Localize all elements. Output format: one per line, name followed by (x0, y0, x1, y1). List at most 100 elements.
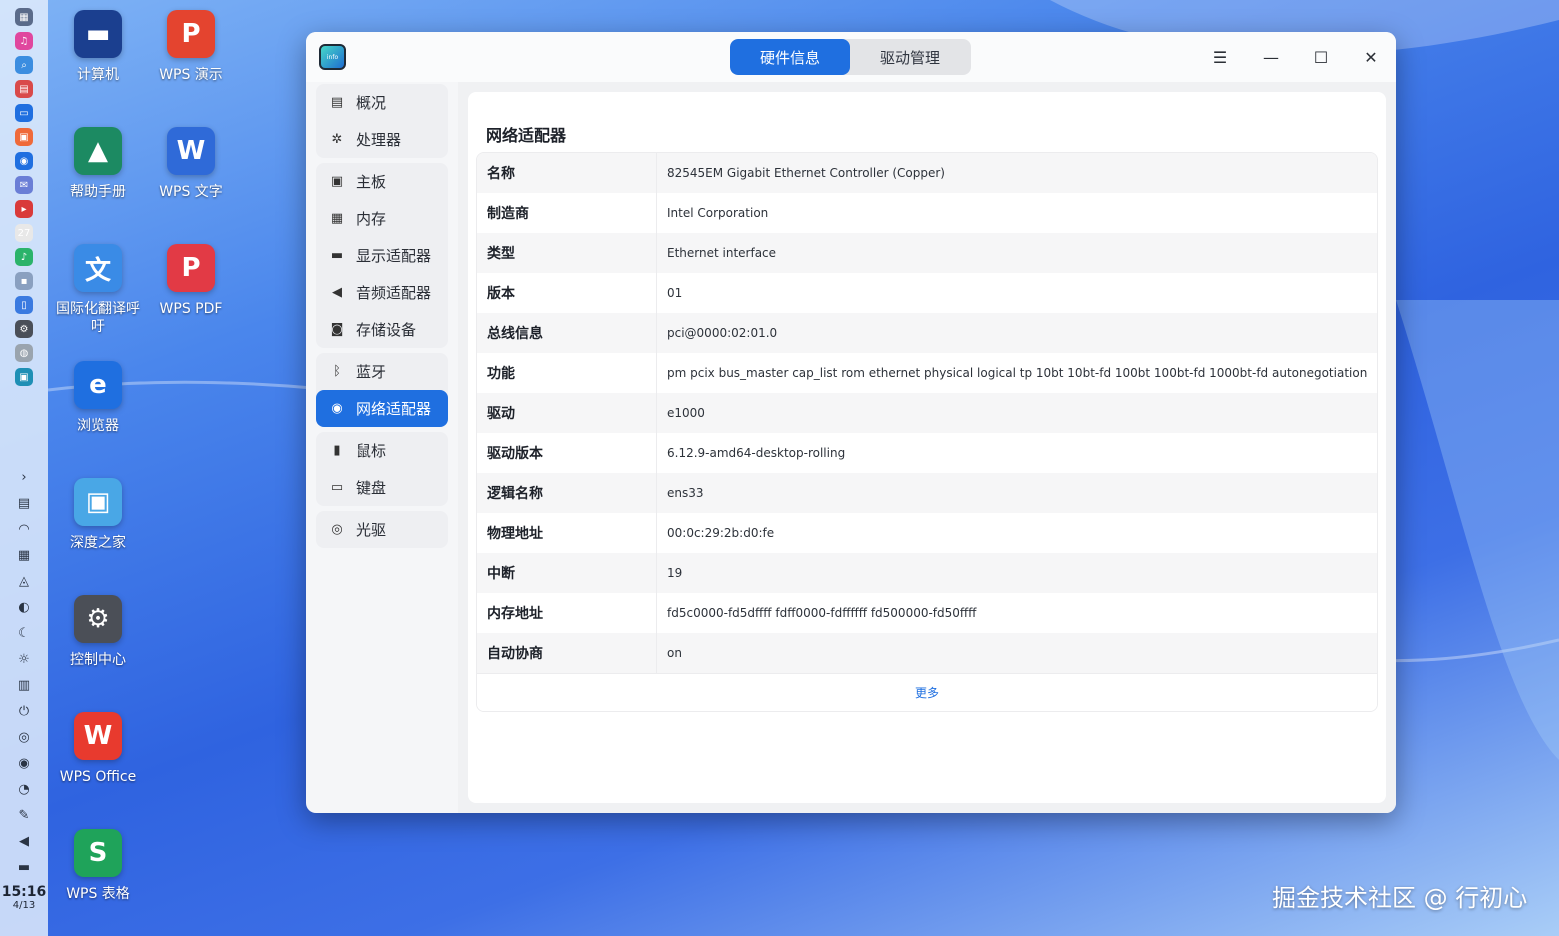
desktop-app-icon: S (74, 829, 122, 877)
device-manager-window: info 硬件信息 驱动管理 ☰ — ☐ ✕ ▤ 概况 ✲ 处理器 ▣ 主板 ▦ 内存 ▬ 显示适… (306, 32, 1396, 813)
clipboard-icon[interactable]: ▤ (15, 494, 33, 512)
power-icon[interactable]: ⏻ (15, 702, 33, 720)
app-store-icon[interactable]: ▣ (15, 128, 33, 146)
browser-icon[interactable]: ◉ (15, 152, 33, 170)
device-info-icon[interactable]: ▣ (15, 368, 33, 386)
sidebar-item[interactable]: ▬ 显示适配器 (316, 237, 448, 274)
desktop-icon[interactable]: e 浏览器 (52, 361, 144, 435)
dock: ▦ ♫ ⌕ ▤ ▭ ▣ ◉ ✉ ▸ 27 ♪ ▪ ▯ ⚙ ◍ ▣ › ▤ ◠ ▦ ◬ ◐ ☾ ☼ ▥ ⏻ ◎ ◉ ◔ ✎ ◀ ▬ 15:16… (0, 0, 48, 936)
desktop-app-icon: ▬ (74, 10, 122, 58)
info-value: on (667, 646, 682, 660)
sidebar-item[interactable]: ✲ 处理器 (316, 121, 448, 158)
sidebar-item[interactable]: ▭ 键盘 (316, 469, 448, 506)
more-link[interactable]: 更多 (915, 684, 939, 701)
tab-bar: 硬件信息 驱动管理 (730, 39, 971, 75)
network-icon[interactable]: ◠ (15, 520, 33, 538)
search-icon[interactable]: ⌕ (15, 56, 33, 74)
night-mode-icon[interactable]: ☾ (15, 624, 33, 642)
desktop-icon[interactable]: 文国际化翻译呼吁 (52, 244, 144, 336)
minimize-icon[interactable]: — (1256, 42, 1286, 72)
launcher-icon[interactable]: ▦ (15, 8, 33, 26)
memory-icon: ▦ (330, 211, 344, 226)
maximize-icon[interactable]: ☐ (1306, 42, 1336, 72)
expand-tray-icon[interactable]: › (15, 468, 33, 486)
desktop-icon-label: 深度之家 (70, 535, 126, 551)
sidebar-item[interactable]: ◙ 存储设备 (316, 311, 448, 348)
music-icon[interactable]: ♫ (15, 32, 33, 50)
settings-icon[interactable]: ⚙ (15, 320, 33, 338)
desktop-icon-label: WPS 表格 (66, 886, 130, 902)
desktop-icon[interactable]: ⚙ 控制中心 (52, 595, 144, 669)
dock-clock[interactable]: 15:16 4/13 (0, 884, 48, 911)
user-icon[interactable]: ◔ (15, 780, 33, 798)
pen-icon[interactable]: ✎ (15, 806, 33, 824)
volume-icon[interactable]: ◀ (15, 832, 33, 850)
info-value: Intel Corporation (667, 206, 769, 220)
info-value: pci@0000:02:01.0 (667, 326, 778, 340)
desktop-icon[interactable]: P WPS 演示 (145, 10, 237, 84)
info-row: 驱动版本 6.12.9-amd64-desktop-rolling (477, 433, 1377, 473)
desktop-icon[interactable]: ▲ 帮助手册 (52, 127, 144, 201)
desktop-icon-label: WPS PDF (159, 301, 223, 317)
sidebar-group: ▤ 概况 ✲ 处理器 (316, 84, 448, 158)
desktop-icon[interactable]: W WPS 文字 (145, 127, 237, 201)
theme-icon[interactable]: ◐ (15, 598, 33, 616)
desktop-icon[interactable]: P WPS PDF (145, 244, 237, 318)
sidebar-item[interactable]: ▤ 概况 (316, 84, 448, 121)
info-key: 中断 (477, 553, 657, 593)
info-key: 驱动 (477, 393, 657, 433)
multitask-icon[interactable]: ▤ (15, 80, 33, 98)
sidebar-item[interactable]: ◉ 网络适配器 (316, 390, 448, 427)
info-value: e1000 (667, 406, 705, 420)
device-manager-icon[interactable]: ◍ (15, 344, 33, 362)
sidebar-item[interactable]: ◎ 光驱 (316, 511, 448, 548)
sidebar-item[interactable]: ▮ 鼠标 (316, 432, 448, 469)
sidebar-item[interactable]: ◀ 音频适配器 (316, 274, 448, 311)
tab-hardware-info[interactable]: 硬件信息 (730, 39, 850, 75)
desktop-icon-label: WPS Office (59, 769, 137, 785)
info-key: 内存地址 (477, 593, 657, 633)
record-icon[interactable]: ◉ (15, 754, 33, 772)
sidebar-item-label: 概况 (356, 94, 387, 112)
sidebar-item-label: 网络适配器 (356, 400, 432, 418)
desktop-icon-label: 浏览器 (77, 418, 119, 434)
desktop-icon[interactable]: W WPS Office (52, 712, 144, 786)
keyboard-icon[interactable]: ▦ (15, 546, 33, 564)
screenshot-icon[interactable]: ▪ (15, 272, 33, 290)
sidebar-item[interactable]: ▦ 内存 (316, 200, 448, 237)
desktop-app-icon: W (74, 712, 122, 760)
storage-icon: ◙ (330, 322, 344, 337)
sidebar-item[interactable]: ᛒ 蓝牙 (316, 353, 448, 390)
titlebar: info 硬件信息 驱动管理 ☰ — ☐ ✕ (306, 32, 1396, 82)
notification-icon[interactable]: ◬ (15, 572, 33, 590)
info-value: fd5c0000-fd5dffff fdff0000-fdffffff fd50… (667, 606, 977, 620)
sidebar-item[interactable]: ▣ 主板 (316, 163, 448, 200)
info-key: 总线信息 (477, 313, 657, 353)
sidebar-item-label: 内存 (356, 210, 387, 228)
terminal-icon[interactable]: ▸ (15, 200, 33, 218)
close-icon[interactable]: ✕ (1356, 42, 1386, 72)
keyboard-icon: ▭ (330, 480, 344, 495)
check-icon[interactable]: ◎ (15, 728, 33, 746)
info-value: Ethernet interface (667, 246, 777, 260)
onscreen-keyboard-icon[interactable]: ▥ (15, 676, 33, 694)
desktop-icon[interactable]: ▣ 深度之家 (52, 478, 144, 552)
info-row: 制造商 Intel Corporation (477, 193, 1377, 233)
desktop-icon[interactable]: S WPS 表格 (52, 829, 144, 903)
info-row: 总线信息 pci@0000:02:01.0 (477, 313, 1377, 353)
document-viewer-icon[interactable]: ▯ (15, 296, 33, 314)
music-player-icon[interactable]: ♪ (15, 248, 33, 266)
display-adapter-icon: ▬ (330, 248, 344, 263)
calendar-icon[interactable]: 27 (15, 224, 33, 242)
file-manager-icon[interactable]: ▭ (15, 104, 33, 122)
network-adapter-icon: ◉ (331, 401, 343, 416)
control-toggle-icon[interactable]: ▬ (15, 858, 33, 876)
desktop-icon[interactable]: ▬ 计算机 (52, 10, 144, 84)
menu-icon[interactable]: ☰ (1205, 42, 1235, 72)
tab-driver-management[interactable]: 驱动管理 (850, 39, 970, 75)
brightness-icon[interactable]: ☼ (15, 650, 33, 668)
sidebar-item-label: 蓝牙 (356, 363, 387, 381)
mail-icon[interactable]: ✉ (15, 176, 33, 194)
content-area: 网络适配器 名称 82545EM Gigabit Ethernet Control… (458, 82, 1396, 813)
sidebar-item-label: 键盘 (356, 479, 387, 497)
